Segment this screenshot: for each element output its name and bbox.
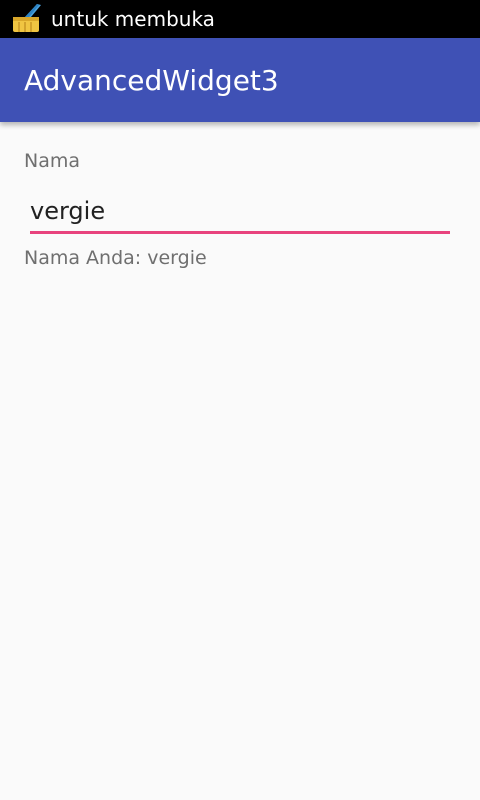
status-bar: untuk membuka xyxy=(0,0,480,38)
main-content: Nama Nama Anda: vergie xyxy=(0,122,480,800)
broom-icon xyxy=(11,3,43,35)
notification-text: untuk membuka xyxy=(51,7,215,31)
name-input[interactable] xyxy=(30,190,450,234)
result-text: Nama Anda: vergie xyxy=(24,247,207,269)
app-bar: AdvancedWidget3 xyxy=(0,38,480,122)
app-title: AdvancedWidget3 xyxy=(24,63,279,97)
name-label: Nama xyxy=(24,150,81,172)
